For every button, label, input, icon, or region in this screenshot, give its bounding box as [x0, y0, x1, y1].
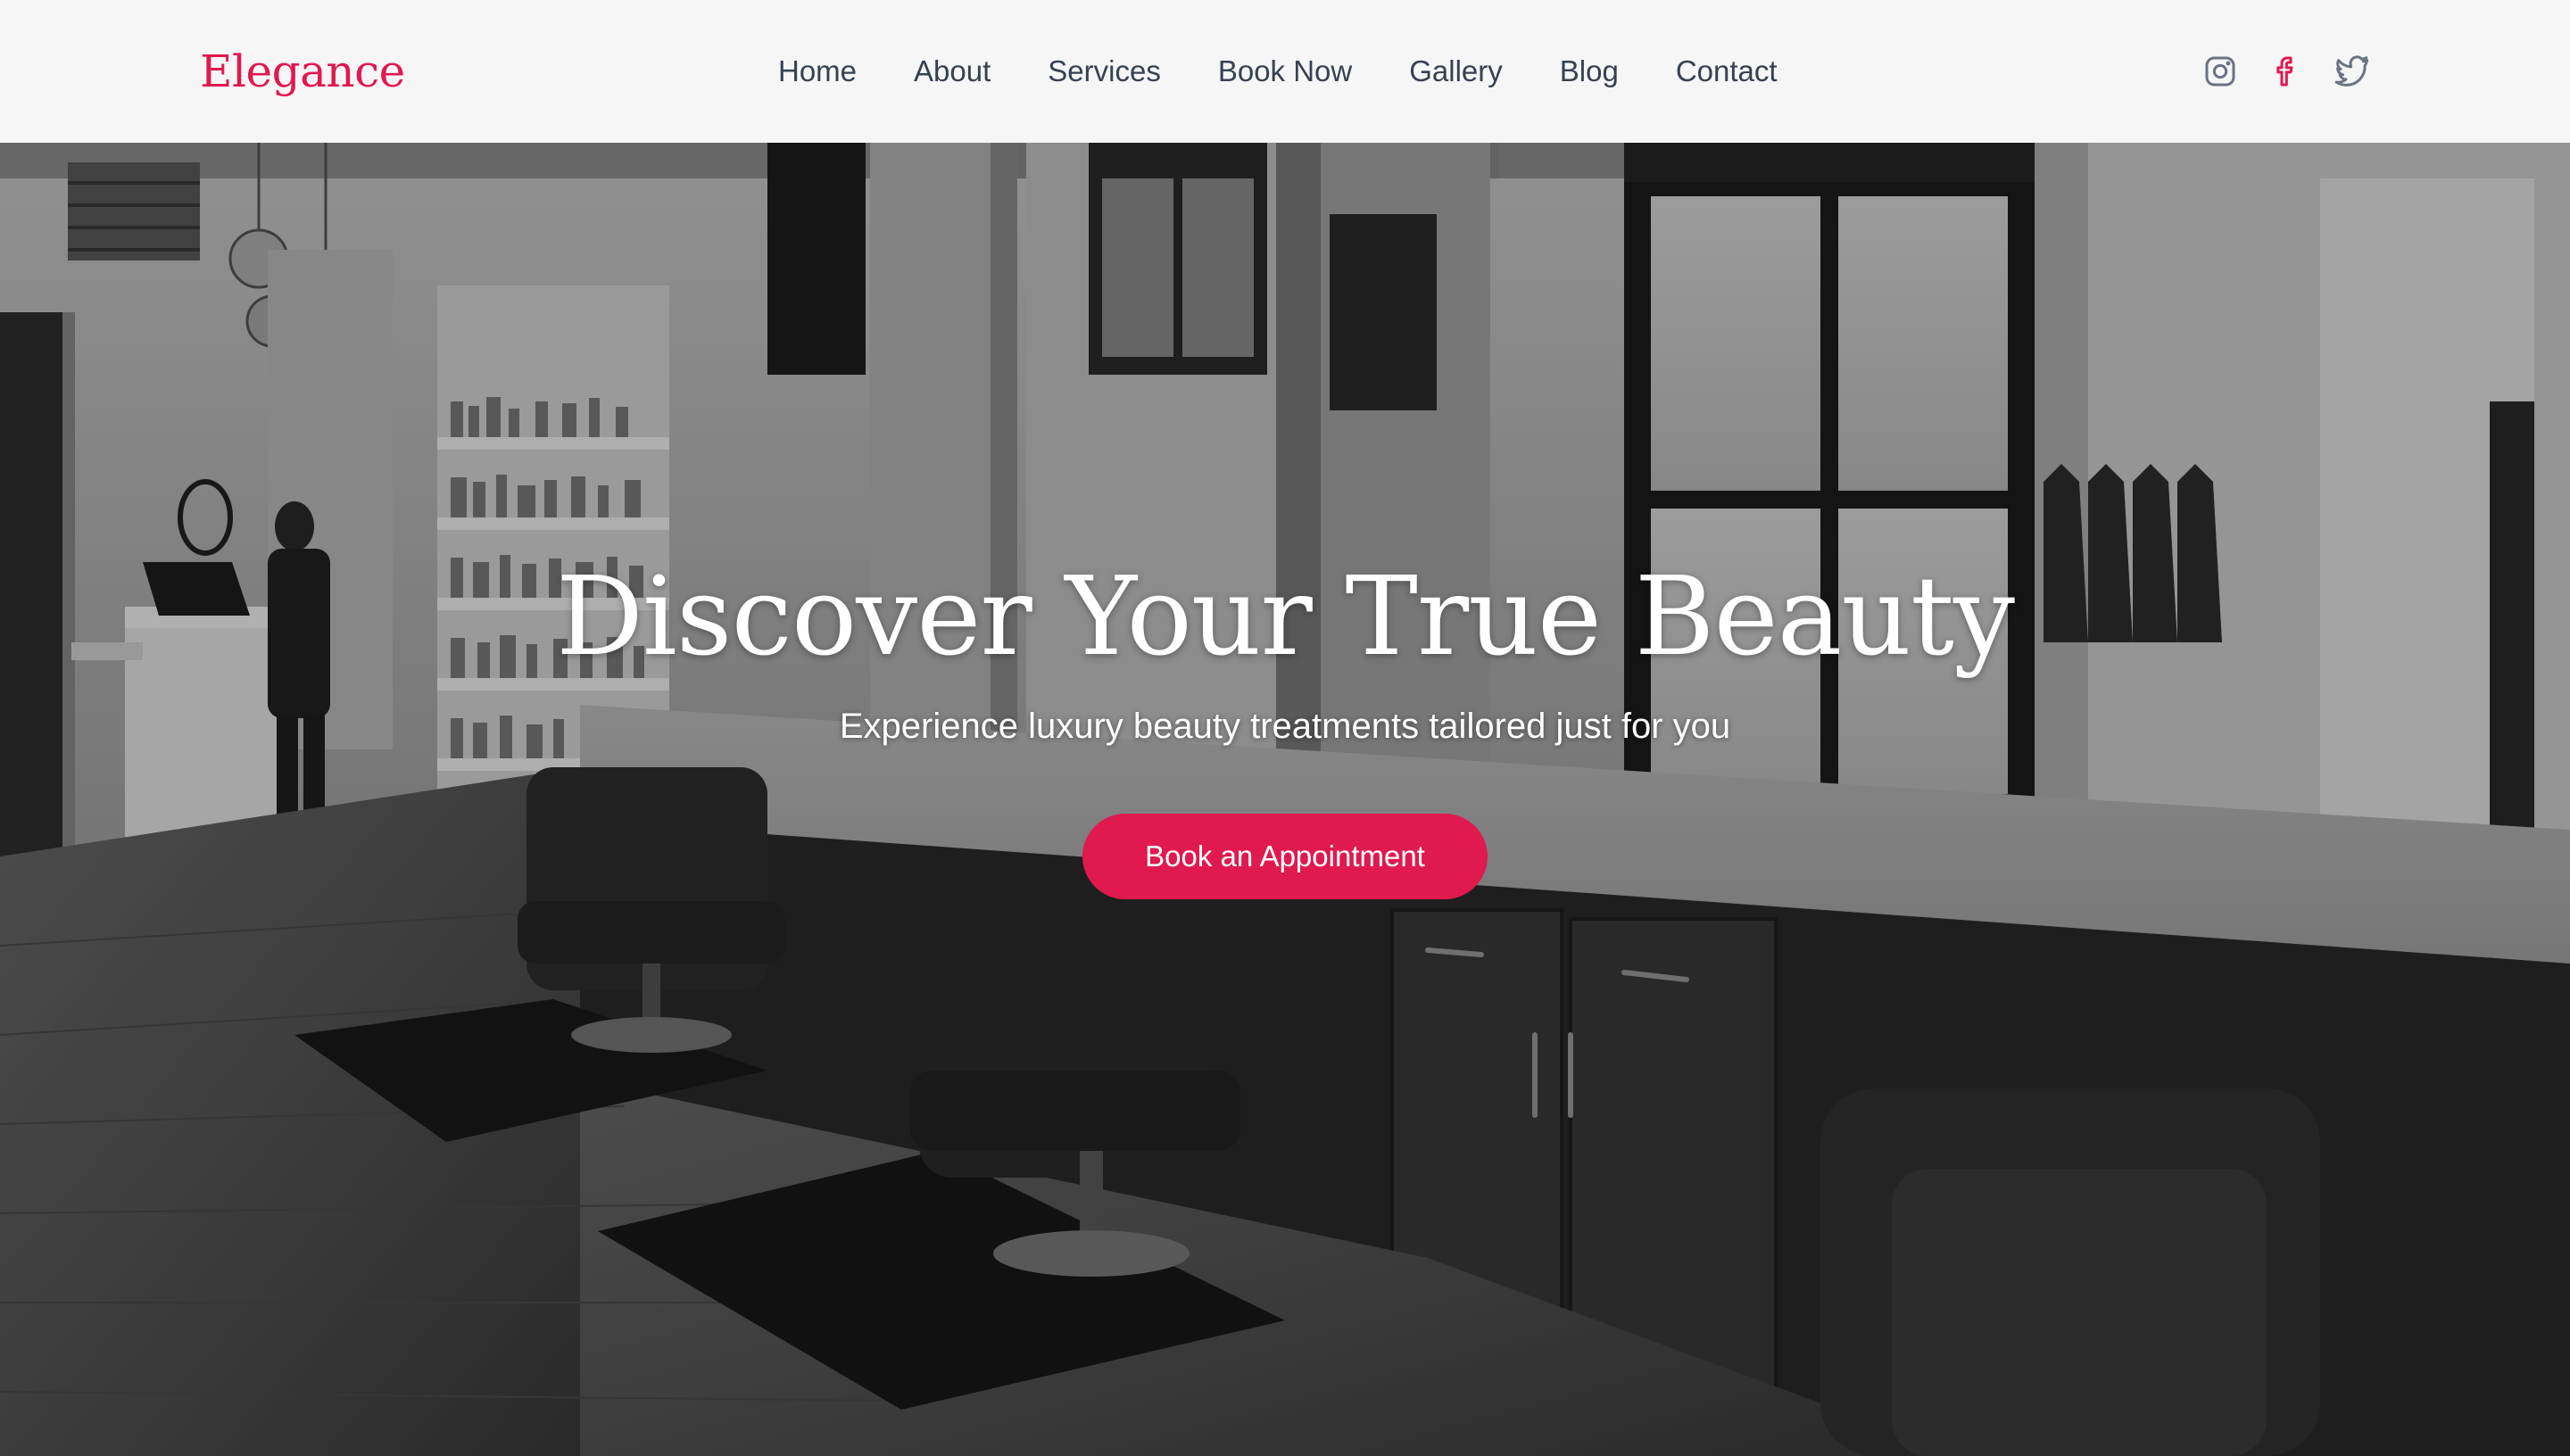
site-header: Elegance Home About Services Book Now Ga… [0, 0, 2570, 143]
hero-subtitle: Experience luxury beauty treatments tail… [839, 707, 1731, 746]
facebook-icon[interactable] [2268, 54, 2304, 89]
nav-item-contact[interactable]: Contact [1676, 54, 1778, 88]
nav-item-about[interactable]: About [914, 54, 991, 88]
instagram-icon[interactable] [2202, 54, 2238, 89]
main-nav: Home About Services Book Now Gallery Blo… [778, 54, 1778, 88]
book-appointment-button[interactable]: Book an Appointment [1082, 814, 1488, 899]
hero-section: Discover Your True Beauty Experience lux… [0, 143, 2570, 1456]
twitter-icon[interactable] [2334, 54, 2370, 89]
nav-item-gallery[interactable]: Gallery [1409, 54, 1503, 88]
nav-item-services[interactable]: Services [1048, 54, 1161, 88]
hero-overlay [0, 143, 2570, 1456]
page: Elegance Home About Services Book Now Ga… [0, 0, 2570, 1456]
nav-item-home[interactable]: Home [778, 54, 857, 88]
nav-item-blog[interactable]: Blog [1560, 54, 1619, 88]
social-links [2202, 54, 2370, 89]
hero-title: Discover Your True Beauty [556, 553, 2015, 680]
nav-item-book-now[interactable]: Book Now [1218, 54, 1352, 88]
brand-logo[interactable]: Elegance [200, 46, 405, 97]
